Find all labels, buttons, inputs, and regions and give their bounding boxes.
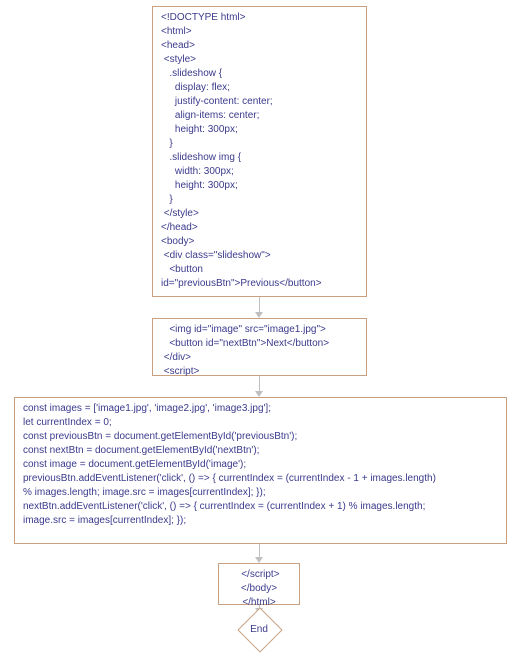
arrow-icon [255,312,263,318]
edge-2 [259,376,260,391]
edge-1 [259,297,260,312]
flow-node-3: const images = ['image1.jpg', 'image2.jp… [14,397,507,544]
flow-node-4: </script> </body> </html> [218,563,300,605]
arrow-icon [255,391,263,397]
arrow-icon [255,557,263,563]
edge-3 [259,544,260,557]
flow-node-2: <img id="image" src="image1.jpg"> <butto… [152,318,367,376]
flow-node-1: <!DOCTYPE html> <html> <head> <style> .s… [152,6,367,297]
end-node-label: End [244,614,274,644]
